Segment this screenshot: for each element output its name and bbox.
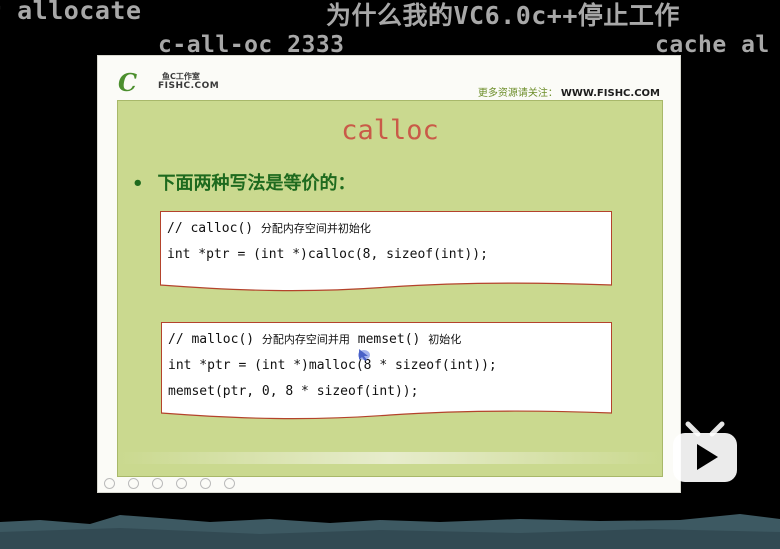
code-comment: // calloc() (167, 221, 261, 236)
code-comment-line: // malloc() 分配内存空间并用 memset() 初始化 (168, 331, 611, 357)
code-comment-cn: 分配内存空间并用 (261, 333, 350, 346)
header-website: 更多资源请关注： WWW.FISHC.COM (478, 84, 660, 99)
menu-icon[interactable] (224, 478, 236, 489)
code-comment-cn: 初始化 (428, 333, 462, 346)
next-slide-icon[interactable] (128, 478, 140, 489)
slide-title: calloc (341, 115, 439, 146)
header-follow-text: 更多资源请关注： (477, 88, 558, 99)
code-line: int *ptr = (int *)calloc(8, sizeof(int))… (167, 247, 488, 262)
background-landscape (0, 514, 780, 549)
prev-slide-icon[interactable] (104, 478, 115, 489)
slides-icon[interactable] (176, 478, 188, 489)
code-comment: // malloc() (168, 332, 262, 347)
pen-icon[interactable] (152, 478, 164, 489)
fishc-logo-icon: C (118, 68, 138, 97)
code-line: int *ptr = (int *)malloc(8 * sizeof(int)… (168, 358, 497, 373)
logo-domain: FISHC.COM (158, 81, 220, 91)
play-button-icon[interactable] (670, 420, 740, 484)
code-comment-line: // calloc() 分配内存空间并初始化 (167, 220, 611, 246)
slide-content-panel: calloc • 下面两种写法是等价的： // calloc() 分配内存空间并初… (117, 100, 663, 477)
header-url: WWW.FISHC.COM (560, 88, 660, 99)
bullet-text: 下面两种写法是等价的： (157, 173, 356, 194)
panel-bottom-band (118, 452, 662, 464)
wave-edge (161, 405, 612, 420)
code-comment: memset() (349, 332, 429, 347)
danmaku-comment: 为什么我的VC6.0c++停止工作 (326, 1, 680, 30)
code-block-calloc: // calloc() 分配内存空间并初始化 int *ptr = (int *… (160, 211, 612, 292)
bullet-icon: • (132, 173, 144, 194)
danmaku-comment: r allocate (0, 0, 142, 25)
presentation-slide: C 鱼C工作室 FISHC.COM 更多资源请关注： WWW.FISHC.COM … (97, 55, 681, 493)
slide-header: C 鱼C工作室 FISHC.COM 更多资源请关注： WWW.FISHC.COM (98, 56, 680, 102)
wave-edge (160, 277, 612, 292)
code-block-malloc: // malloc() 分配内存空间并用 memset() 初始化 int *p… (161, 322, 612, 420)
slideshow-controls[interactable] (104, 474, 243, 489)
bullet-point: • 下面两种写法是等价的： (132, 169, 356, 195)
code-comment-cn: 分配内存空间并初始化 (260, 222, 371, 235)
mouse-cursor-icon (358, 349, 370, 361)
zoom-icon[interactable] (200, 478, 212, 489)
